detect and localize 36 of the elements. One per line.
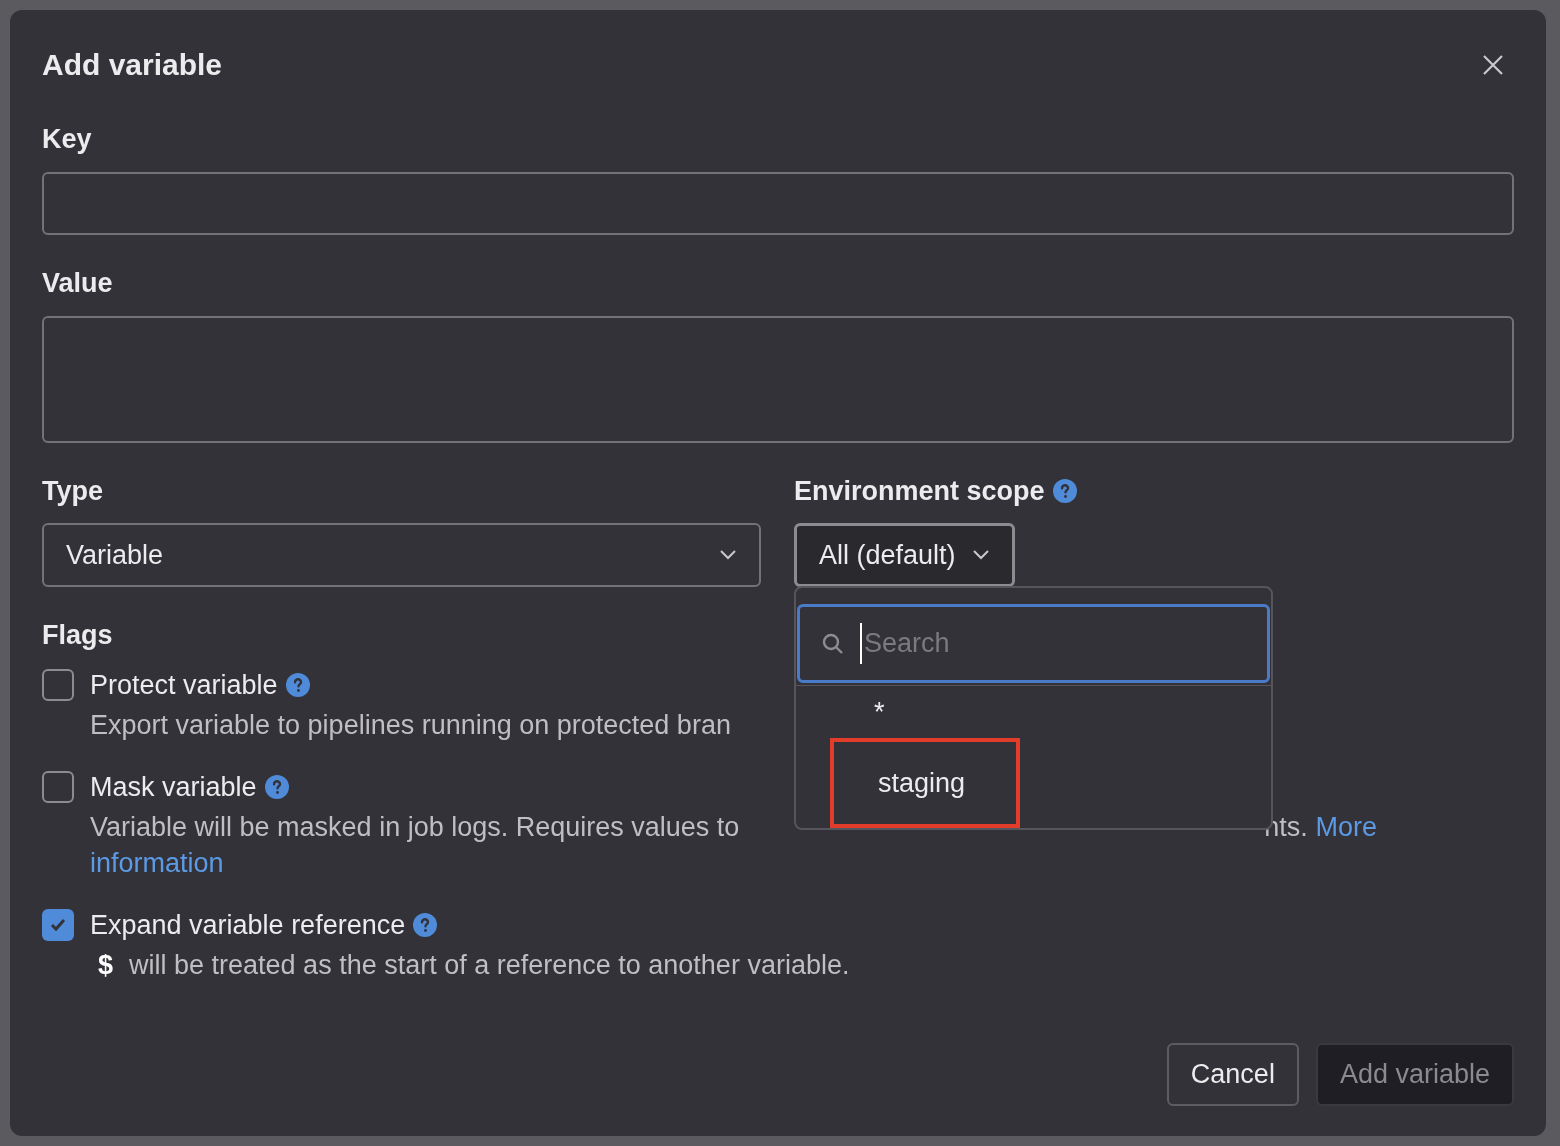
field-label: Flags [42,620,113,650]
field-label: Key [42,124,93,154]
search-input-field[interactable]: Search [860,623,1220,664]
close-icon[interactable] [1482,54,1504,76]
flag-description: Export variable to pipelines running on protected bran [90,710,731,740]
help-icon[interactable] [264,775,289,799]
checkbox[interactable] [42,909,74,941]
search-icon [822,632,844,655]
cancel-button[interactable]: Cancel [1166,1043,1299,1106]
environment-scope-dropdown[interactable]: All (default) [794,523,1015,587]
dollar-code: $ [98,950,114,980]
dropdown-option[interactable]: * [830,686,1020,738]
field-label: Environment scope [794,476,1045,506]
checkbox-label: Mask variable [90,771,257,804]
help-icon[interactable] [413,913,438,937]
chevron-down-icon [719,549,737,561]
more-information-link[interactable]: More [1315,812,1377,842]
dialog-title: Add variable [42,50,223,80]
search-box[interactable]: Search [797,604,1270,683]
more-information-link[interactable]: information [90,848,224,878]
field-label: Type [42,476,104,506]
chevron-down-icon [971,549,990,561]
flag-description: will be treated as the start of a reference to another variable. [129,950,850,980]
dropdown-option[interactable]: staging [830,738,1020,828]
type-select[interactable]: Variable [42,523,761,587]
field-label: Value [42,268,114,298]
checkbox[interactable] [42,669,74,701]
checkbox-label: Expand variable reference [90,909,406,942]
help-icon[interactable] [285,673,310,697]
checkbox[interactable] [42,771,74,803]
checkbox-label: Protect variable [90,669,278,702]
help-icon[interactable] [1052,479,1077,503]
key-input-field[interactable] [42,172,1514,235]
checkmark-icon [50,918,66,932]
value-input-field[interactable] [42,316,1514,443]
flag-description: Variable will be masked in job logs. Requires values to [90,812,740,842]
